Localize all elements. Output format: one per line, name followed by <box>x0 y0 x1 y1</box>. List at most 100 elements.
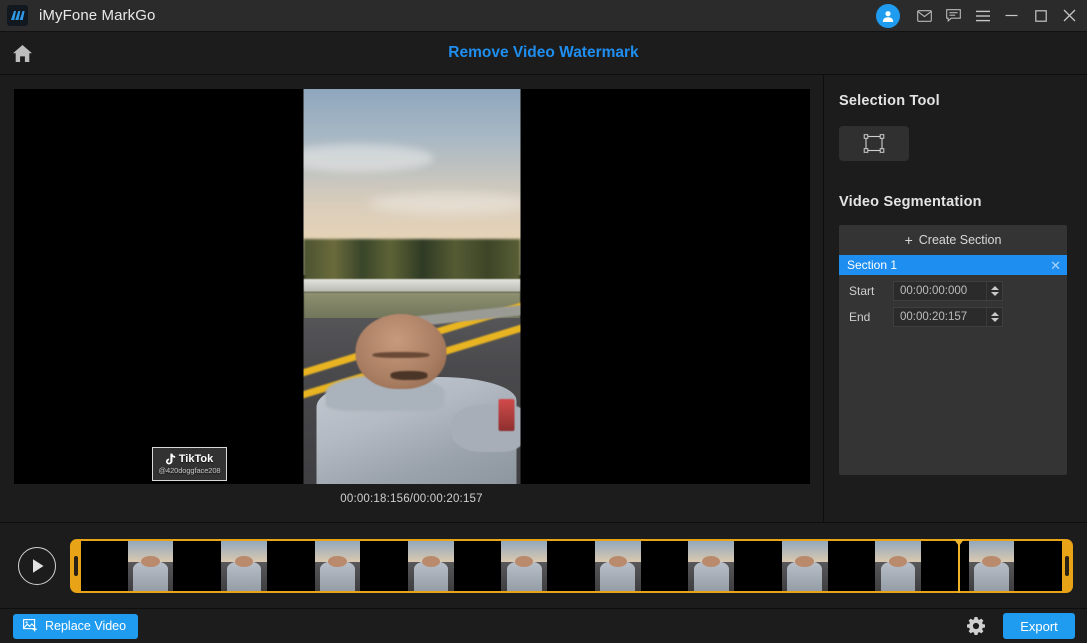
video-segmentation-heading: Video Segmentation <box>839 194 982 210</box>
side-panel: Selection Tool Video Segmentation + Crea… <box>824 75 1087 522</box>
markgo-logo-icon <box>7 5 28 26</box>
section-row[interactable]: Section 1 ✕ <box>839 255 1067 275</box>
gear-icon[interactable] <box>963 613 989 639</box>
thumb-head <box>702 555 721 567</box>
video-drink-can <box>498 399 514 431</box>
timeline-thumbnail[interactable] <box>1015 540 1062 591</box>
thumb-head <box>328 555 347 567</box>
preview-column: TikTok @420doggface208 00:00:18:156/00:0… <box>0 75 824 522</box>
mail-icon[interactable] <box>910 0 939 31</box>
replace-video-label: Replace Video <box>45 619 127 633</box>
app-title: iMyFone MarkGo <box>39 7 156 24</box>
timeline-thumbnail[interactable] <box>314 540 362 591</box>
start-label: Start <box>849 284 875 298</box>
timeline-thumbnail[interactable] <box>81 540 128 591</box>
main-body: TikTok @420doggface208 00:00:18:156/00:0… <box>0 75 1087 522</box>
timeline-thumbnail[interactable] <box>454 540 502 591</box>
start-time-value: 00:00:00:000 <box>900 285 968 297</box>
thumb-head <box>234 555 254 567</box>
playback-timecode: 00:00:18:156/00:00:20:157 <box>340 493 483 505</box>
timeline-filmstrip[interactable] <box>81 540 1062 591</box>
feedback-chat-icon[interactable] <box>939 0 968 31</box>
page-title: Remove Video Watermark <box>448 44 639 61</box>
watermark-selection-box[interactable]: TikTok @420doggface208 <box>152 447 227 481</box>
create-section-label: Create Section <box>918 233 1002 247</box>
thumb-head <box>421 555 441 567</box>
watermark-username: @420doggface208 <box>158 466 221 475</box>
timeline-thumbnail[interactable] <box>921 540 969 591</box>
clip-trim-handle-right[interactable] <box>1065 555 1069 576</box>
minimize-icon[interactable] <box>997 0 1026 31</box>
video-preview-canvas[interactable]: TikTok @420doggface208 <box>14 89 810 484</box>
title-bar: iMyFone MarkGo <box>0 0 1087 32</box>
playhead-knob-icon[interactable] <box>952 538 965 546</box>
end-stepper-arrows[interactable] <box>986 308 1002 326</box>
image-add-icon <box>23 618 38 635</box>
video-frame <box>303 89 521 484</box>
timeline-thumbnail[interactable] <box>781 540 829 591</box>
section-end-row: End 00:00:20:157 <box>839 301 1067 327</box>
thumb-head <box>982 555 1001 567</box>
markgo-window: iMyFone MarkGo Remove Video Watermark Ti… <box>0 0 1087 643</box>
close-icon[interactable] <box>1055 0 1084 31</box>
timeline-thumbnail[interactable] <box>735 540 782 591</box>
nav-bar: Remove Video Watermark <box>0 32 1087 75</box>
thumb-head <box>888 555 908 567</box>
timeline-thumbnail[interactable] <box>408 540 455 591</box>
start-time-stepper[interactable]: 00:00:00:000 <box>893 281 1003 301</box>
user-avatar-icon[interactable] <box>876 3 900 28</box>
thumb-head <box>795 555 814 567</box>
chevron-up-icon[interactable] <box>990 312 999 316</box>
timeline-playhead[interactable] <box>952 538 965 593</box>
video-person-moustache <box>390 371 428 381</box>
timeline-thumbnail[interactable] <box>875 540 922 591</box>
play-icon[interactable] <box>18 546 56 585</box>
video-guardrail <box>303 278 521 293</box>
watermark-brand: TikTok <box>178 453 214 465</box>
video-segmentation-card: + Create Section Section 1 ✕ Start 00:00… <box>839 225 1067 475</box>
timeline-thumbnail[interactable] <box>221 540 268 591</box>
thumb-head <box>515 555 534 567</box>
timeline-thumbnail[interactable] <box>267 540 315 591</box>
export-label: Export <box>1020 618 1058 634</box>
section-start-row: Start 00:00:00:000 <box>839 275 1067 301</box>
create-section-button[interactable]: + Create Section <box>839 225 1067 255</box>
selection-rectangle-icon[interactable] <box>839 126 909 161</box>
plus-icon: + <box>904 232 913 248</box>
tiktok-note-icon <box>165 453 175 465</box>
start-stepper-arrows[interactable] <box>986 282 1002 300</box>
timeline-thumbnail[interactable] <box>594 540 642 591</box>
export-button[interactable]: Export <box>1003 613 1075 639</box>
titlebar-controls <box>874 0 1087 31</box>
section-name: Section 1 <box>847 258 898 272</box>
end-time-value: 00:00:20:157 <box>900 311 968 323</box>
video-person-brow <box>372 351 430 358</box>
footer-bar: Replace Video Export <box>0 608 1087 643</box>
end-time-stepper[interactable]: 00:00:20:157 <box>893 307 1003 327</box>
timeline-thumbnail[interactable] <box>968 540 1016 591</box>
replace-video-button[interactable]: Replace Video <box>13 613 139 639</box>
timeline-thumbnail[interactable] <box>688 540 736 591</box>
chevron-up-icon[interactable] <box>990 286 999 290</box>
close-icon[interactable]: ✕ <box>1050 259 1061 272</box>
timeline-thumbnail[interactable] <box>361 540 409 591</box>
home-icon[interactable] <box>0 32 44 75</box>
maximize-icon[interactable] <box>1026 0 1055 31</box>
timeline-thumbnail[interactable] <box>828 540 876 591</box>
watermark-brand-row: TikTok <box>165 453 214 465</box>
timeline-thumbnail[interactable] <box>127 540 175 591</box>
hamburger-menu-icon[interactable] <box>968 0 997 31</box>
timeline-thumbnail[interactable] <box>641 540 689 591</box>
selection-tool-heading: Selection Tool <box>839 93 940 109</box>
chevron-down-icon[interactable] <box>990 292 999 296</box>
timeline-thumbnail[interactable] <box>501 540 549 591</box>
end-label: End <box>849 310 871 324</box>
chevron-down-icon[interactable] <box>990 318 999 322</box>
timeline-clip[interactable] <box>70 538 1073 593</box>
clip-trim-handle-left[interactable] <box>74 555 78 576</box>
thumb-head <box>608 555 627 567</box>
thumb-head <box>141 555 160 567</box>
timeline-thumbnail[interactable] <box>174 540 222 591</box>
timeline-bar <box>0 522 1087 608</box>
timeline-thumbnail[interactable] <box>548 540 595 591</box>
